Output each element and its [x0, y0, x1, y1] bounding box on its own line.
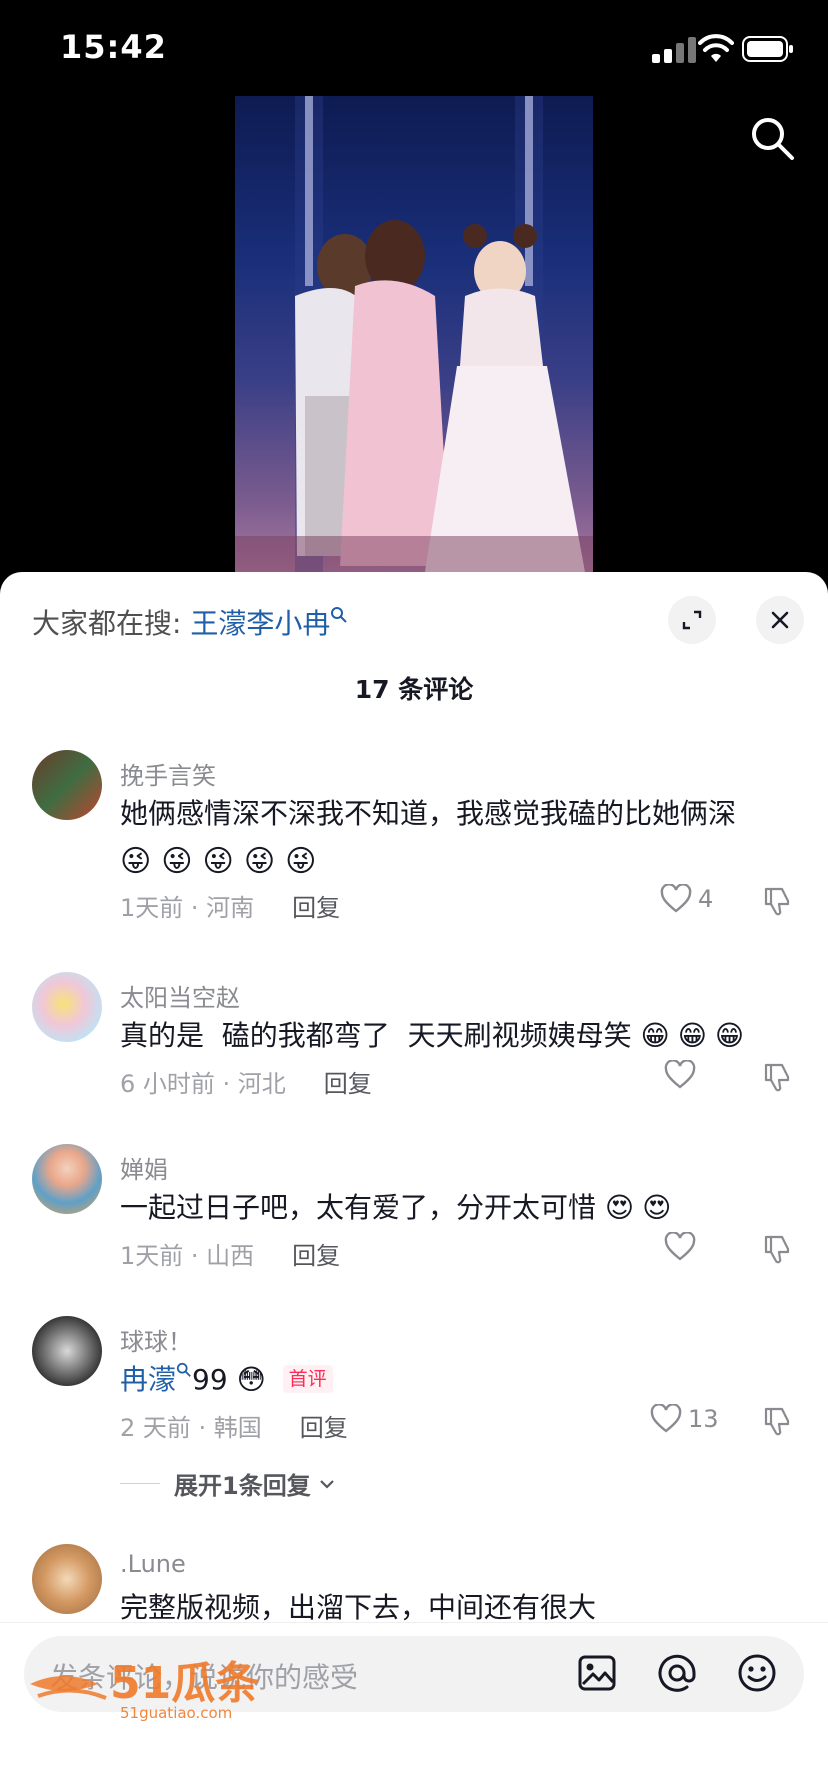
- comment-text-body: 99: [192, 1363, 228, 1396]
- comment-username[interactable]: 婵娟: [120, 1150, 168, 1185]
- wifi-icon: [698, 34, 734, 62]
- comment-meta: 1天前 · 山西 回复: [120, 1236, 340, 1271]
- comment-username[interactable]: 挽手言笑: [120, 756, 216, 791]
- comment-text-body: 一起过日子吧，太有爱了，分开太可惜: [120, 1191, 597, 1224]
- comment-username[interactable]: 球球！: [120, 1322, 192, 1357]
- comment-count: 17 条评论: [354, 675, 474, 704]
- comment-text: 她俩感情深不深我不知道，我感觉我磕的比她俩深 😜😜😜😜😜: [120, 790, 780, 886]
- watermark-logo: 51瓜条 51guatiao.com: [30, 1658, 259, 1722]
- heart-icon: [650, 1404, 682, 1433]
- comment-username[interactable]: .Lune: [120, 1550, 186, 1578]
- comment-meta: 2 天前 · 韩国 回复: [120, 1408, 348, 1443]
- dislike-icon[interactable]: [762, 1234, 792, 1264]
- trending-search-keyword[interactable]: 王濛李小冉: [190, 607, 330, 640]
- comment-emojis: 😜😜😜😜😜: [120, 844, 327, 879]
- avatar[interactable]: [32, 1316, 102, 1386]
- image-icon[interactable]: [576, 1652, 618, 1694]
- chevron-down-icon: [319, 1479, 334, 1489]
- reply-button[interactable]: 回复: [324, 1070, 372, 1098]
- comment-meta: 1天前 · 河南 回复: [120, 888, 340, 923]
- mention-icon[interactable]: [656, 1652, 698, 1694]
- watermark-brand: 51瓜条: [110, 1658, 259, 1709]
- signal-icon: [652, 37, 696, 63]
- avatar[interactable]: [32, 750, 102, 820]
- reply-button[interactable]: 回复: [300, 1414, 348, 1442]
- expand-replies-label: 展开1条回复: [174, 1472, 311, 1500]
- comment-time-location: 1天前 · 山西: [120, 1242, 255, 1270]
- trending-search-label: 大家都在搜:: [32, 607, 191, 640]
- small-search-icon: [176, 1362, 191, 1377]
- watermark-url: 51guatiao.com: [120, 1704, 232, 1722]
- reply-button[interactable]: 回复: [292, 1242, 340, 1270]
- comment-time-location: 6 小时前 · 河北: [120, 1070, 286, 1098]
- like-button[interactable]: 13: [650, 1404, 719, 1434]
- emoji-icon[interactable]: [736, 1652, 778, 1694]
- comment-search-link[interactable]: 冉濛: [120, 1363, 176, 1396]
- first-comment-badge: 首评: [282, 1365, 333, 1393]
- close-icon: [771, 611, 789, 629]
- divider: [120, 1483, 160, 1484]
- avatar[interactable]: [32, 1144, 102, 1214]
- comment-emojis: 😳: [236, 1363, 266, 1396]
- comment-emojis: 😁😁😁: [640, 1019, 753, 1052]
- reply-button[interactable]: 回复: [292, 894, 340, 922]
- comment-meta: 6 小时前 · 河北 回复: [120, 1064, 372, 1099]
- like-count: 4: [698, 885, 714, 913]
- dislike-icon[interactable]: [762, 1406, 792, 1436]
- dislike-icon[interactable]: [762, 886, 792, 916]
- like-button[interactable]: [664, 1232, 702, 1262]
- comment-text: 真的是 磕的我都弯了 天天刷视频姨母笑 😁😁😁: [120, 1012, 800, 1060]
- avatar[interactable]: [32, 1544, 102, 1614]
- small-search-icon: [331, 607, 348, 623]
- dislike-icon[interactable]: [762, 1062, 792, 1092]
- comment-username[interactable]: 太阳当空赵: [120, 978, 240, 1013]
- comment-emojis: 😍😍: [604, 1191, 680, 1224]
- expand-icon: [682, 610, 702, 630]
- like-count: 13: [688, 1405, 719, 1433]
- expand-replies-button[interactable]: 展开1条回复: [120, 1466, 337, 1501]
- comment-text-body: 完整版视频，出溜下去，中间还有很大: [120, 1591, 597, 1624]
- comment-sheet: 大家都在搜: 王濛李小冉 17 条评论 挽手言笑 她俩感情深不深我不知道，我感觉…: [0, 572, 828, 1792]
- search-icon[interactable]: [748, 114, 796, 162]
- status-time: 15:42: [60, 28, 167, 66]
- heart-icon: [664, 1232, 696, 1261]
- video-frame[interactable]: [235, 96, 593, 572]
- battery-icon: [742, 36, 793, 62]
- video-player[interactable]: [0, 96, 828, 576]
- expand-button[interactable]: [668, 596, 716, 644]
- comment-text-body: 真的是 磕的我都弯了 天天刷视频姨母笑: [120, 1019, 632, 1052]
- trending-search[interactable]: 大家都在搜: 王濛李小冉: [32, 602, 348, 642]
- comment-text: 一起过日子吧，太有爱了，分开太可惜 😍😍: [120, 1184, 780, 1232]
- video-scene: [235, 96, 593, 572]
- close-button[interactable]: [756, 596, 804, 644]
- heart-icon: [660, 884, 692, 913]
- comment-time-location: 1天前 · 河南: [120, 894, 255, 922]
- avatar[interactable]: [32, 972, 102, 1042]
- comment-time-location: 2 天前 · 韩国: [120, 1414, 262, 1442]
- like-button[interactable]: [664, 1060, 702, 1090]
- comment-text-body: 她俩感情深不深我不知道，我感觉我磕的比她俩深: [120, 797, 737, 830]
- like-button[interactable]: 4: [660, 884, 713, 914]
- comment-text: 冉濛 99 😳 首评: [120, 1356, 780, 1404]
- heart-icon: [664, 1060, 696, 1089]
- status-bar: 15:42: [0, 0, 828, 96]
